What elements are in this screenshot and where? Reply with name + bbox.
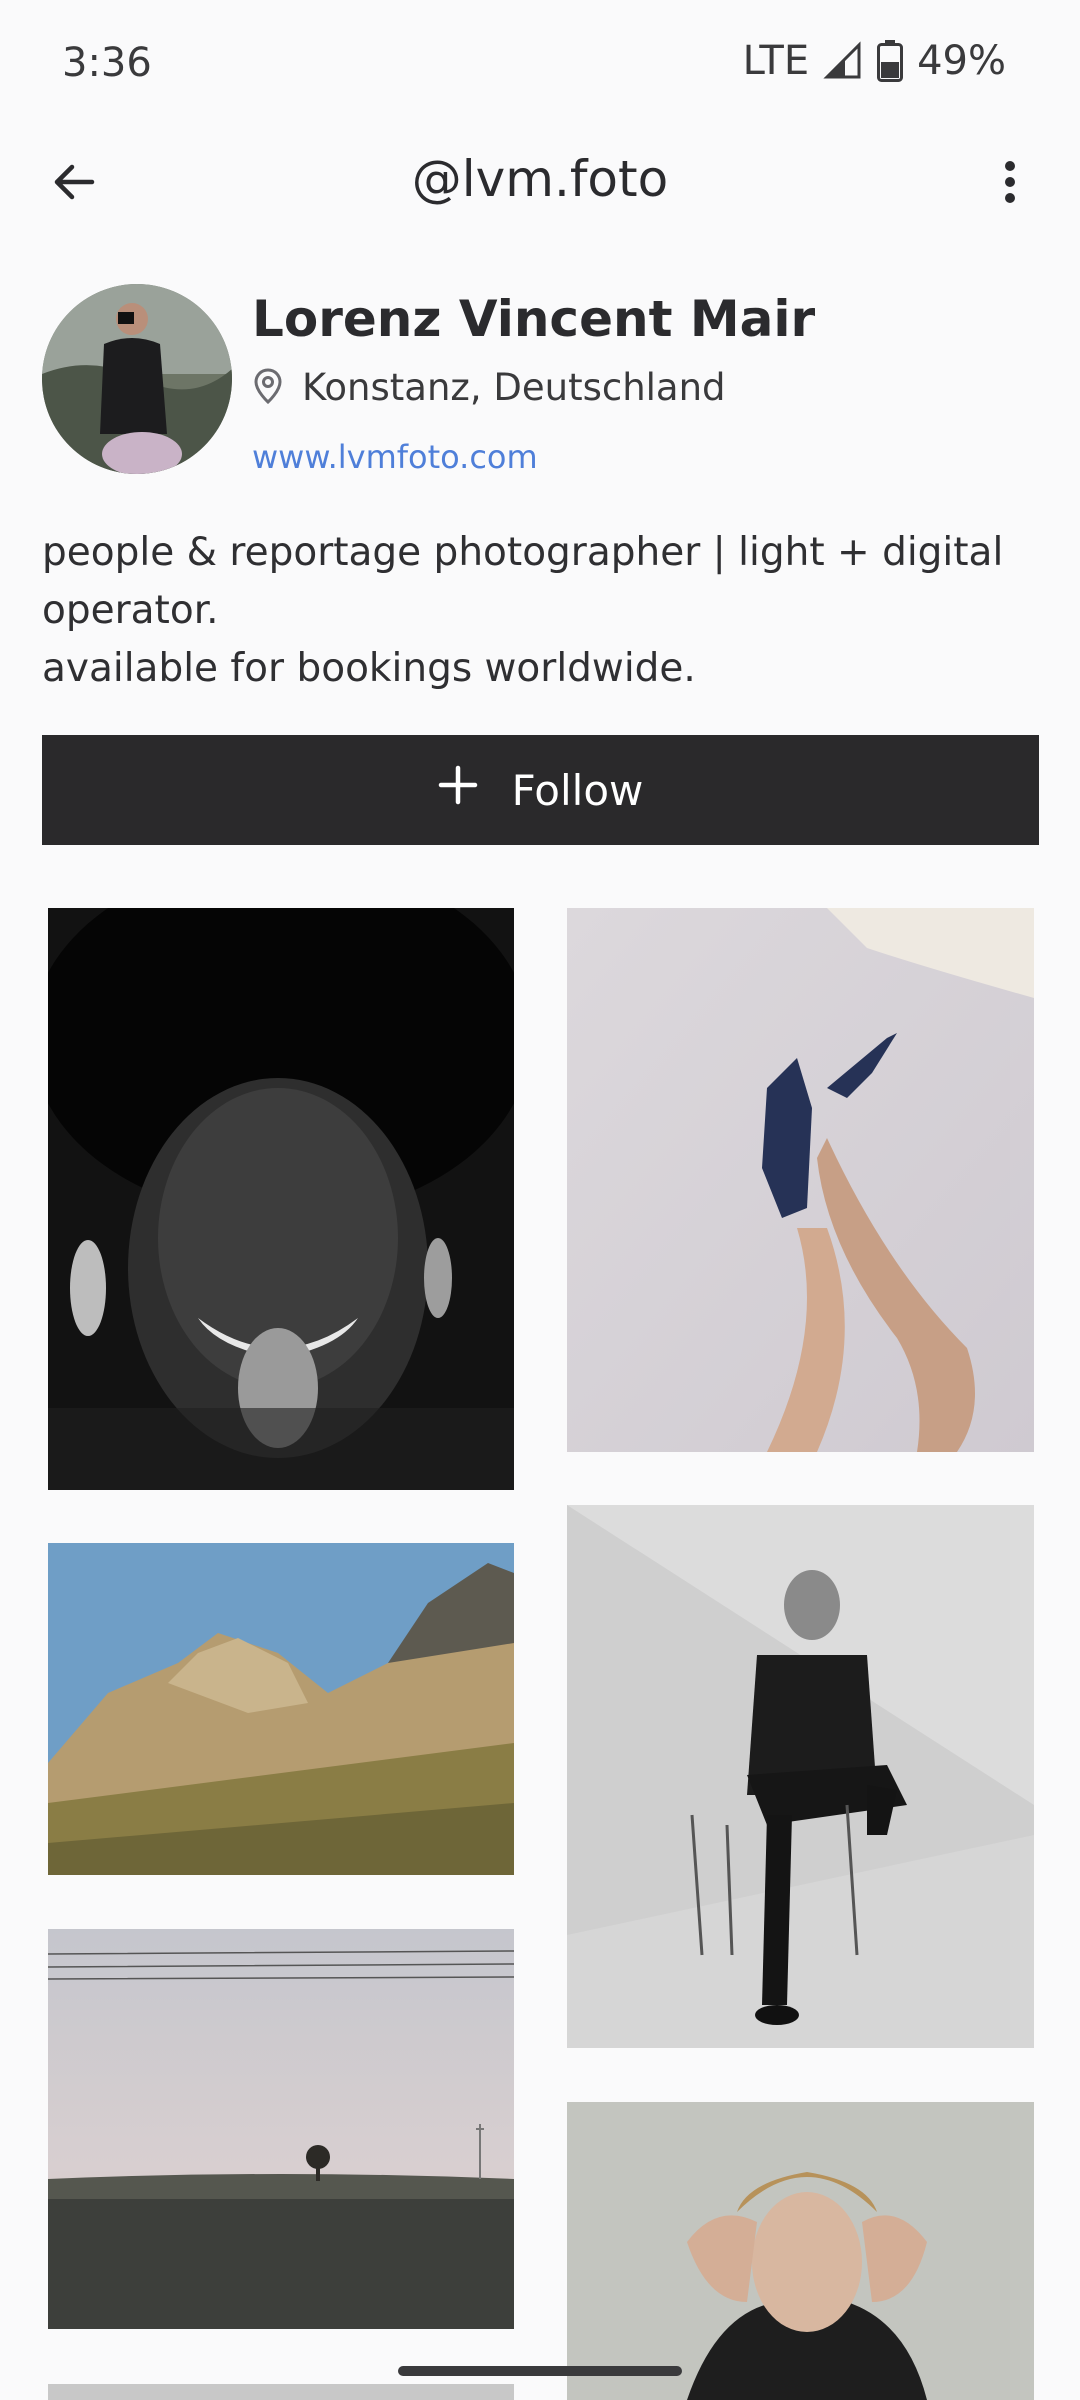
photo-partial[interactable] <box>48 2384 514 2400</box>
status-time: 3:36 <box>62 40 152 86</box>
profile-screen: 3:36 LTE 49% @lvm.foto Lorenz Vincent Ma… <box>0 0 1080 2400</box>
photo-landscape-tree[interactable] <box>48 1929 514 2329</box>
bio: people & reportage photographer | light … <box>42 524 1042 698</box>
photo-portrait-laughing[interactable] <box>48 908 514 1490</box>
photo-legs-heels[interactable] <box>567 908 1034 1452</box>
photo-man-chair[interactable] <box>567 1505 1034 2048</box>
avatar[interactable] <box>42 284 232 474</box>
website-link[interactable]: www.lvmfoto.com <box>252 438 538 476</box>
bio-line: operator. <box>42 588 219 633</box>
photo-woman-portrait[interactable] <box>567 2102 1034 2400</box>
status-icons: LTE 49% <box>743 38 1006 84</box>
home-indicator[interactable] <box>398 2366 682 2376</box>
more-options-button[interactable] <box>976 150 1044 218</box>
profile-handle-title: @lvm.foto <box>411 150 669 208</box>
battery-level: 49% <box>917 38 1006 84</box>
network-type: LTE <box>742 38 810 84</box>
location-pin-icon <box>254 367 282 408</box>
location-text: Konstanz, Deutschland <box>302 366 726 409</box>
follow-label: Follow <box>511 765 644 815</box>
follow-button[interactable]: Follow <box>42 735 1039 845</box>
location-row: Konstanz, Deutschland <box>254 366 726 409</box>
bio-line: available for bookings worldwide. <box>42 646 696 691</box>
profile-name: Lorenz Vincent Mair <box>252 290 816 348</box>
signal-icon <box>823 41 863 81</box>
photo-landscape-rocks[interactable] <box>48 1543 514 1875</box>
app-bar: @lvm.foto <box>0 128 1080 240</box>
battery-icon <box>877 40 904 82</box>
more-vert-icon <box>1000 158 1020 210</box>
status-bar: 3:36 LTE 49% <box>0 0 1080 128</box>
bio-line: people & reportage photographer | light … <box>42 530 1004 575</box>
plus-icon <box>438 765 478 815</box>
